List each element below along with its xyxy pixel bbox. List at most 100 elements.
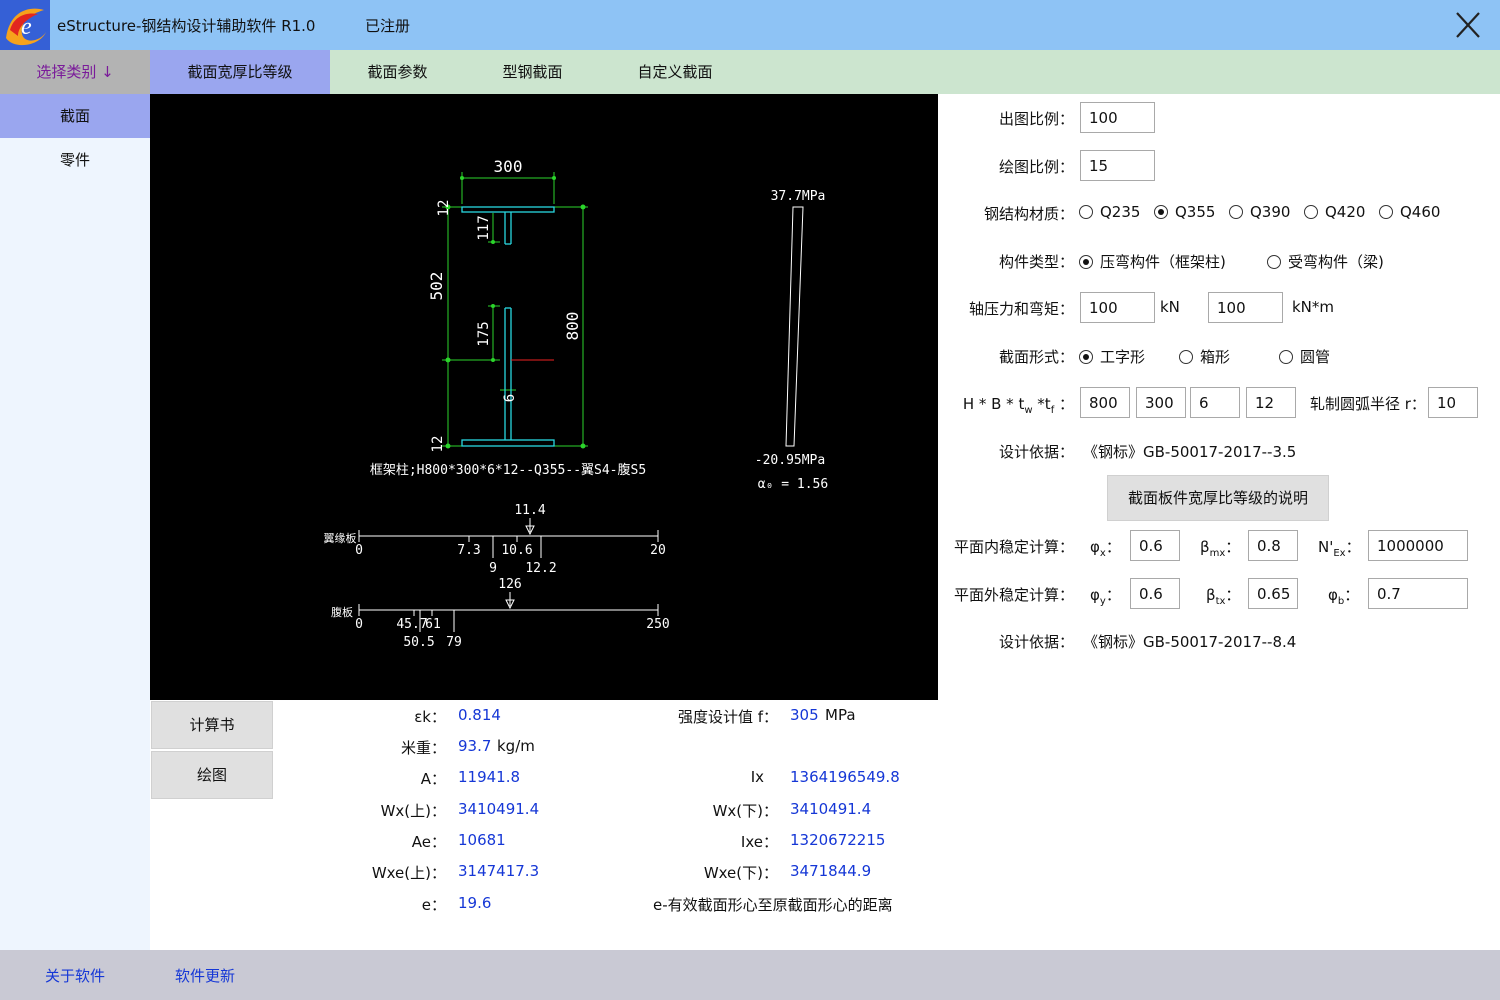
sidebar: 截面 零件	[0, 94, 150, 950]
dim-800-text: 800	[563, 312, 582, 341]
material-radio-q235[interactable]: Q235	[1079, 203, 1140, 221]
radio-dot-icon	[1279, 350, 1293, 364]
tab-custom-section[interactable]: 自定义截面	[600, 50, 750, 94]
material-radio-q420[interactable]: Q420	[1304, 203, 1365, 221]
radio-dot-icon	[1154, 205, 1168, 219]
about-software-link[interactable]: 关于软件	[45, 965, 105, 986]
n-ex-input[interactable]	[1368, 530, 1468, 561]
strength-label: 强度设计值 f：	[677, 708, 778, 726]
wx-top-value: 3410491.4	[458, 800, 540, 818]
strength-value: 305	[790, 706, 819, 724]
sidebar-item-part[interactable]: 零件	[0, 138, 150, 182]
area-label: A：	[420, 770, 446, 788]
material-radio-q355[interactable]: Q355	[1154, 203, 1215, 221]
section-form-label: 截面形式：	[998, 348, 1074, 366]
ek-value: 0.814	[458, 706, 501, 724]
scale2-end: 250	[646, 617, 669, 632]
scale1-marker: 11.4	[514, 503, 545, 518]
member-type-radio-column[interactable]: 压弯构件（框架柱)	[1079, 251, 1226, 272]
output-scale-label: 出图比例：	[998, 110, 1074, 128]
material-radio-q460[interactable]: Q460	[1379, 203, 1440, 221]
radio-dot-icon	[1079, 350, 1093, 364]
draw-scale-input[interactable]	[1080, 150, 1155, 181]
dim-top-flange-text: 12	[436, 200, 452, 217]
tab-bar: 选择类别 ↓ 截面宽厚比等级 截面参数 型钢截面 自定义截面	[0, 50, 1500, 94]
basis-label-2: 设计依据：	[998, 633, 1074, 651]
sidebar-item-section[interactable]: 截面	[0, 94, 150, 138]
svg-text:e: e	[21, 14, 32, 40]
material-radio-q390[interactable]: Q390	[1229, 203, 1290, 221]
close-icon[interactable]	[1448, 6, 1488, 44]
wxe-top-value: 3147417.3	[458, 862, 540, 880]
section-radio-i-shape[interactable]: 工字形	[1079, 346, 1145, 367]
ix-label: Ix	[750, 768, 764, 786]
mass-unit: kg/m	[497, 737, 535, 755]
calc-book-button[interactable]: 计算书	[151, 701, 273, 749]
radio-dot-icon	[1229, 205, 1243, 219]
scale2-start: 0	[355, 617, 363, 632]
wx-top-label: Wx(上)：	[380, 802, 446, 820]
category-selector-button[interactable]: 选择类别 ↓	[0, 50, 150, 94]
alpha-text: α₀ = 1.56	[758, 477, 828, 492]
strength-unit: MPa	[825, 706, 856, 724]
phi-y-label: φy：	[1090, 586, 1121, 607]
beta-mx-label: βmx：	[1200, 538, 1241, 559]
basis-text-2: 《钢标》GB-50017-2017--8.4	[1083, 633, 1297, 651]
stress-top-text: 37.7MPa	[771, 189, 826, 204]
scale1-tick-above-2: 10.6	[501, 543, 532, 558]
draw-scale-label: 绘图比例：	[998, 158, 1074, 176]
wxe-bottom-value: 3471844.9	[790, 862, 872, 880]
draw-button[interactable]: 绘图	[151, 751, 273, 799]
tab-section-params[interactable]: 截面参数	[330, 50, 465, 94]
radio-dot-icon	[1079, 255, 1093, 269]
height-input[interactable]	[1080, 387, 1130, 418]
tab-width-thickness-grade[interactable]: 截面宽厚比等级	[150, 50, 330, 94]
member-type-label: 构件类型：	[998, 253, 1074, 271]
force-label: 轴压力和弯矩：	[968, 300, 1074, 318]
inplane-label: 平面内稳定计算：	[953, 538, 1074, 556]
scale2-tick-above-1: 45.7	[396, 617, 427, 632]
ixe-label: Ixe：	[740, 833, 778, 851]
beta-tx-input[interactable]	[1248, 578, 1298, 609]
section-radio-pipe[interactable]: 圆管	[1279, 346, 1330, 367]
title-bar: e eStructure-钢结构设计辅助软件 R1.0 已注册	[0, 0, 1500, 50]
moment-unit: kN*m	[1292, 298, 1335, 316]
wxe-bottom-label: Wxe(下)：	[703, 864, 778, 882]
member-type-radio-beam[interactable]: 受弯构件（梁)	[1267, 251, 1384, 272]
ixe-value: 1320672215	[790, 831, 886, 849]
width-input[interactable]	[1136, 387, 1186, 418]
section-caption: 框架柱;H800*300*6*12--Q355--翼S4-腹S5	[370, 462, 646, 478]
drawing-canvas[interactable]: 300 12 502 117 175 800 6 12 框架柱;H800*300…	[150, 94, 938, 700]
radius-input[interactable]	[1428, 387, 1478, 418]
phi-x-input[interactable]	[1130, 530, 1180, 561]
axial-force-unit: kN	[1160, 298, 1180, 316]
outplane-label: 平面外稳定计算：	[953, 586, 1074, 604]
basis-text-1: 《钢标》GB-50017-2017--3.5	[1083, 443, 1297, 461]
scale2-tick-below-2: 79	[446, 635, 462, 650]
scale2-marker: 126	[498, 577, 521, 592]
scale1-end: 20	[650, 543, 666, 558]
software-update-link[interactable]: 软件更新	[175, 965, 235, 986]
grade-explanation-button[interactable]: 截面板件宽厚比等级的说明	[1107, 475, 1329, 521]
mass-label: 米重：	[400, 739, 446, 757]
dim-bottom-flange-text: 12	[430, 436, 446, 453]
ae-label: Ae：	[411, 833, 446, 851]
material-label: 钢结构材质：	[983, 205, 1074, 223]
scale2-name: 腹板	[331, 605, 353, 619]
axial-force-input[interactable]	[1080, 292, 1155, 323]
phi-y-input[interactable]	[1130, 578, 1180, 609]
tab-steel-section[interactable]: 型钢截面	[465, 50, 600, 94]
moment-input[interactable]	[1208, 292, 1283, 323]
flange-thickness-input[interactable]	[1246, 387, 1296, 418]
dim-175-text: 175	[476, 321, 492, 346]
web-thickness-input[interactable]	[1190, 387, 1240, 418]
wx-bottom-value: 3410491.4	[790, 800, 872, 818]
output-scale-input[interactable]	[1080, 102, 1155, 133]
phi-b-input[interactable]	[1368, 578, 1468, 609]
app-title: eStructure-钢结构设计辅助软件 R1.0	[57, 17, 316, 35]
section-radio-box[interactable]: 箱形	[1179, 346, 1230, 367]
radio-dot-icon	[1304, 205, 1318, 219]
beta-mx-input[interactable]	[1248, 530, 1298, 561]
ix-value: 1364196549.8	[790, 768, 900, 786]
area-value: 11941.8	[458, 768, 521, 786]
